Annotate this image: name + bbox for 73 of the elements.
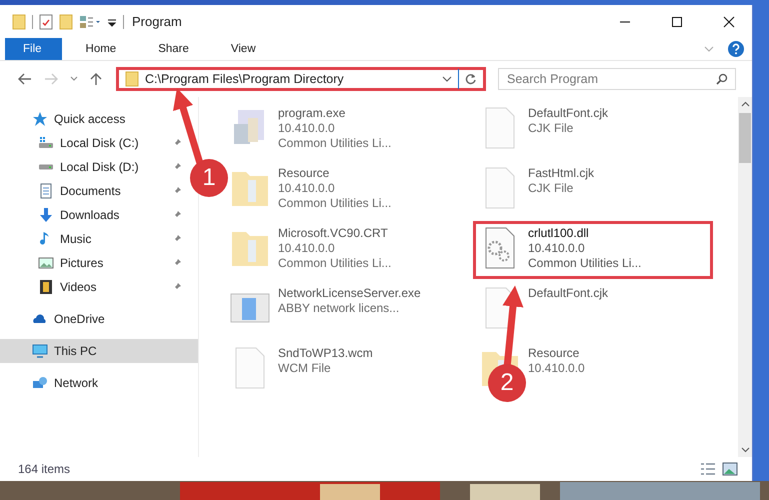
- ribbon-tab[interactable]: Home: [68, 38, 134, 60]
- scroll-up-icon[interactable]: [740, 101, 750, 107]
- file-name: SndToWP13.wcm: [278, 346, 373, 360]
- sidebar-item[interactable]: Music: [0, 227, 186, 251]
- caret-icon[interactable]: [442, 75, 452, 83]
- sidebar-item[interactable]: Documents: [0, 179, 186, 203]
- back-icon[interactable]: [18, 73, 32, 85]
- picture-icon: [38, 255, 54, 271]
- file-detail: Common Utilities Li...: [528, 256, 642, 270]
- file-detail: CJK File: [528, 121, 574, 135]
- details-view-icon[interactable]: [700, 462, 716, 476]
- thumbnail-view-icon[interactable]: [722, 462, 738, 476]
- close-icon: [723, 16, 735, 28]
- file-name: DefaultFont.cjk: [528, 286, 608, 300]
- ribbon-tab[interactable]: File: [5, 38, 62, 60]
- drive-icon: [38, 164, 54, 170]
- file-name: Resource: [278, 166, 330, 180]
- minimize-icon: [619, 20, 631, 22]
- sidebar-item[interactable]: Downloads: [0, 203, 186, 227]
- maximize-icon: [671, 16, 683, 28]
- file-name: crlutl100.dll: [528, 226, 590, 240]
- file-name: FastHtml.cjk: [528, 166, 594, 180]
- scroll-thumb[interactable]: [739, 113, 751, 163]
- file-detail: Common Utilities Li...: [278, 196, 392, 210]
- layout-icon[interactable]: [79, 14, 101, 30]
- document-icon: [38, 183, 54, 199]
- file-detail: 10.410.0.0: [528, 241, 586, 255]
- chevron-icon[interactable]: [704, 45, 714, 53]
- sidebar-item[interactable]: OneDrive: [0, 307, 198, 331]
- file-detail: Common Utilities Li...: [278, 136, 392, 150]
- sidebar-item[interactable]: Videos: [0, 275, 186, 299]
- sidebar-item[interactable]: Quick access: [0, 107, 198, 131]
- monitor-icon: [32, 343, 48, 359]
- file-name: Resource: [528, 346, 580, 360]
- file-detail: CJK File: [528, 181, 574, 195]
- sidebar-item[interactable]: Pictures: [0, 251, 186, 275]
- help-icon[interactable]: [728, 41, 744, 57]
- sidebar-item[interactable]: This PC: [0, 339, 198, 363]
- caret-icon[interactable]: [70, 76, 78, 82]
- address-bar[interactable]: C:\Program Files\Program Directory: [116, 67, 486, 91]
- ribbon-tab[interactable]: Share: [140, 38, 207, 60]
- window-title: Program: [132, 14, 182, 29]
- scroll-down-icon[interactable]: [740, 447, 750, 453]
- file-detail: 10.410.0.0: [278, 241, 336, 255]
- folder-icon: [125, 71, 139, 87]
- file-name: Microsoft.VC90.CRT: [278, 226, 389, 240]
- star-icon: [32, 111, 48, 127]
- file-detail: WCM File: [278, 361, 332, 375]
- properties-icon[interactable]: [39, 14, 53, 30]
- up-icon[interactable]: [90, 72, 102, 86]
- file-detail: Common Utilities Li...: [278, 256, 392, 270]
- search-icon[interactable]: [716, 73, 728, 85]
- drive-icon: [38, 135, 54, 151]
- sidebar-item[interactable]: Local Disk (D:): [0, 155, 186, 179]
- sidebar-item[interactable]: Local Disk (C:): [0, 131, 186, 155]
- search-field[interactable]: Search Program: [498, 68, 736, 90]
- file-detail: 10.410.0.0: [278, 181, 336, 195]
- highlighted-file[interactable]: crlutl100.dll 10.410.0.0 Common Utilities Li...: [473, 221, 713, 279]
- address-path: C:\Program Files\Program Directory: [145, 72, 344, 86]
- scrollbar[interactable]: [738, 97, 752, 457]
- file-detail: 10.410.0.0: [528, 361, 585, 375]
- ribbon-tab[interactable]: View: [212, 38, 274, 60]
- refresh-icon[interactable]: [465, 73, 477, 85]
- file-name: DefaultFont.cjk: [528, 106, 608, 120]
- sidebar-item[interactable]: Network: [0, 371, 198, 395]
- file-detail: 10.410.0.0: [278, 121, 336, 135]
- item-count: 164 items: [18, 462, 70, 476]
- file-name: program.exe: [278, 106, 346, 120]
- network-icon: [32, 375, 48, 391]
- down-arrow-icon: [38, 207, 54, 223]
- file-detail: ABBY network licens...: [278, 301, 400, 315]
- film-icon: [38, 279, 54, 295]
- file-name: NetworkLicenseServer.exe: [278, 286, 421, 300]
